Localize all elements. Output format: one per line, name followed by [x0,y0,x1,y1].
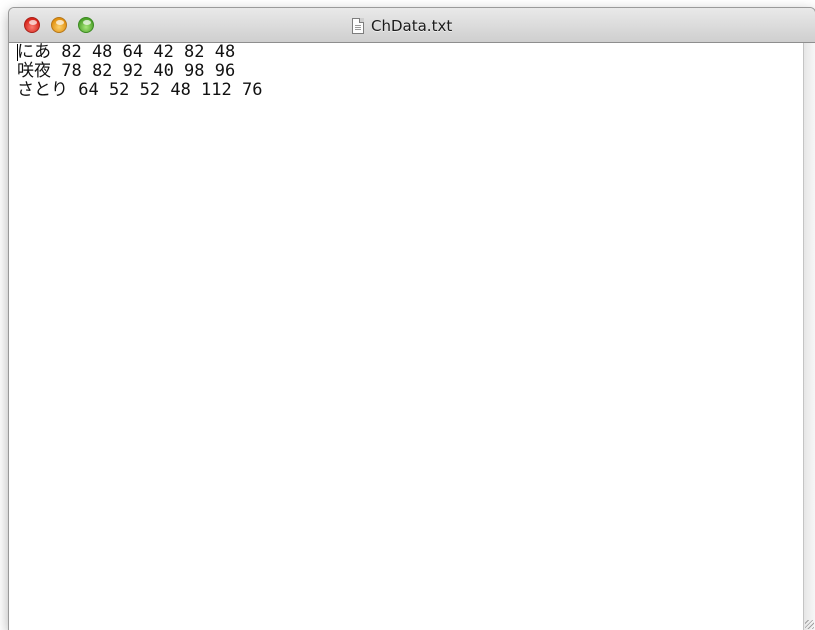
minimize-button[interactable] [51,17,67,33]
text-line[interactable]: にあ 82 48 64 42 82 48 [17,43,262,62]
text-editor-window: ChData.txt にあ 82 48 64 42 82 48 咲夜 78 82 … [9,8,815,630]
window-titlebar[interactable]: ChData.txt [9,8,815,43]
text-document-icon[interactable] [352,18,364,34]
zoom-button[interactable] [78,17,94,33]
resize-grip-icon[interactable] [805,620,814,629]
text-line[interactable]: 咲夜 78 82 92 40 98 96 [17,62,262,81]
window-title-group: ChData.txt [352,16,452,36]
vertical-scrollbar[interactable] [803,43,815,630]
document-lines[interactable]: にあ 82 48 64 42 82 48 咲夜 78 82 92 40 98 96… [17,43,262,100]
window-title: ChData.txt [371,17,453,35]
document-text-area[interactable]: にあ 82 48 64 42 82 48 咲夜 78 82 92 40 98 96… [9,43,803,630]
text-line[interactable]: さとり 64 52 52 48 112 76 [17,81,262,100]
close-button[interactable] [24,17,40,33]
